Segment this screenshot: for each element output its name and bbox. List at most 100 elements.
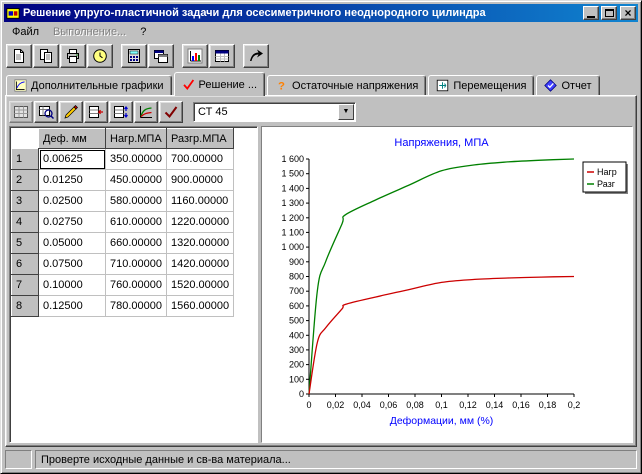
legend-label: Разг	[597, 179, 616, 189]
table-cell[interactable]: 610.00000	[106, 212, 167, 233]
combobox-dropdown-button[interactable]: ▼	[338, 104, 354, 120]
table-cell[interactable]: 0.07500	[39, 254, 106, 275]
column-header-2[interactable]: Разгр.МПА	[167, 129, 234, 149]
table-corner[interactable]	[12, 129, 39, 149]
y-tick-label: 200	[289, 360, 304, 370]
title-bar[interactable]: Решение упруго-пластичной задачи для осе…	[4, 4, 638, 22]
row-header[interactable]: 2	[12, 170, 39, 191]
x-tick-label: 0,2	[568, 400, 581, 410]
x-tick-label: 0,12	[459, 400, 477, 410]
displace-icon	[436, 79, 449, 92]
table-cell[interactable]: 1220.00000	[167, 212, 234, 233]
table-row: 60.07500710.000001420.00000	[12, 254, 234, 275]
material-combobox[interactable]: СТ 45 ▼	[193, 102, 356, 122]
table-cell[interactable]: 1320.00000	[167, 233, 234, 254]
table-cell[interactable]: 760.00000	[106, 275, 167, 296]
minimize-button[interactable]	[583, 6, 599, 20]
calc-icon	[126, 48, 142, 64]
table-cell[interactable]: 0.02750	[39, 212, 106, 233]
table-row: 20.01250450.00000900.00000	[12, 170, 234, 191]
chart-panel: Напряжения, МПА1 6001 5001 4001 3001 200…	[261, 126, 633, 443]
grid-button[interactable]	[9, 101, 33, 123]
row-header[interactable]: 3	[12, 191, 39, 212]
grid-zoom-button[interactable]	[34, 101, 58, 123]
edit-toolbar: СТ 45 ▼	[8, 98, 634, 125]
calc-button[interactable]	[121, 44, 147, 68]
tab-label: Перемещения	[453, 80, 526, 92]
cards-button[interactable]	[148, 44, 174, 68]
check-icon	[163, 104, 179, 120]
row-header[interactable]: 1	[12, 149, 39, 170]
row-header[interactable]: 5	[12, 233, 39, 254]
table-cell[interactable]: 0.05000	[39, 233, 106, 254]
table-button[interactable]	[209, 44, 235, 68]
clock-button[interactable]	[87, 44, 113, 68]
table-cell[interactable]: 710.00000	[106, 254, 167, 275]
row-header[interactable]: 6	[12, 254, 39, 275]
mini-chart-button[interactable]	[134, 101, 158, 123]
app-icon	[6, 6, 20, 20]
tab-label: Дополнительные графики	[31, 80, 164, 92]
tab-3[interactable]: Перемещения	[428, 75, 534, 95]
tab-label: Отчет	[561, 80, 591, 92]
menu-item-2[interactable]: ?	[133, 24, 153, 40]
print-button[interactable]	[60, 44, 86, 68]
copy-doc-button[interactable]	[33, 44, 59, 68]
chart-button[interactable]	[182, 44, 208, 68]
row-header[interactable]: 8	[12, 296, 39, 317]
maximize-button[interactable]	[601, 6, 617, 20]
new-doc-button[interactable]	[6, 44, 32, 68]
row-insert-icon	[88, 104, 104, 120]
y-tick-label: 900	[289, 257, 304, 267]
table-cell[interactable]: 580.00000	[106, 191, 167, 212]
tab-1[interactable]: Решение ...	[174, 72, 265, 96]
y-tick-label: 1 100	[281, 227, 304, 237]
menu-item-0[interactable]: Файл	[5, 24, 46, 40]
table-cell[interactable]: 1160.00000	[167, 191, 234, 212]
table-cell[interactable]: 1560.00000	[167, 296, 234, 317]
table-cell[interactable]: 450.00000	[106, 170, 167, 191]
row-insert-button[interactable]	[84, 101, 108, 123]
table-cell[interactable]: 1520.00000	[167, 275, 234, 296]
table-cell[interactable]: 660.00000	[106, 233, 167, 254]
grid-zoom-icon	[38, 104, 54, 120]
clock-icon	[92, 48, 108, 64]
table-cell[interactable]: 350.00000	[106, 149, 167, 170]
table-cell[interactable]: 0.00625	[39, 149, 106, 170]
check-red-icon	[182, 78, 195, 91]
close-button[interactable]: ×	[620, 6, 636, 20]
table-cell[interactable]: 1420.00000	[167, 254, 234, 275]
cards-icon	[153, 48, 169, 64]
edit-toolbar-buttons	[9, 101, 184, 123]
brush-button[interactable]	[59, 101, 83, 123]
y-tick-label: 1 200	[281, 213, 304, 223]
table-cell[interactable]: 0.01250	[39, 170, 106, 191]
x-tick-label: 0,04	[353, 400, 371, 410]
status-bar: Проверте исходные данные и св-ва материа…	[4, 447, 638, 470]
toolbar-separator	[236, 43, 243, 69]
table-cell[interactable]: 0.12500	[39, 296, 106, 317]
x-tick-label: 0,1	[435, 400, 448, 410]
table-cell[interactable]: 780.00000	[106, 296, 167, 317]
tab-4[interactable]: Отчет	[536, 75, 599, 95]
row-header[interactable]: 7	[12, 275, 39, 296]
minimize-icon	[587, 16, 595, 18]
row-move-button[interactable]	[109, 101, 133, 123]
row-header[interactable]: 4	[12, 212, 39, 233]
column-header-0[interactable]: Деф. мм	[39, 129, 106, 149]
check-button[interactable]	[159, 101, 183, 123]
y-tick-label: 700	[289, 286, 304, 296]
run-button[interactable]	[243, 44, 269, 68]
table-cell[interactable]: 0.10000	[39, 275, 106, 296]
y-tick-label: 1 500	[281, 169, 304, 179]
table-cell[interactable]: 900.00000	[167, 170, 234, 191]
run-icon	[248, 48, 264, 64]
table-cell[interactable]: 700.00000	[167, 149, 234, 170]
row-move-icon	[113, 104, 129, 120]
column-header-1[interactable]: Нагр.МПА	[106, 129, 167, 149]
chart-icon	[187, 48, 203, 64]
tab-0[interactable]: Дополнительные графики	[6, 75, 172, 95]
print-icon	[65, 48, 81, 64]
table-cell[interactable]: 0.02500	[39, 191, 106, 212]
tab-2[interactable]: ?Остаточные напряжения	[267, 75, 426, 95]
